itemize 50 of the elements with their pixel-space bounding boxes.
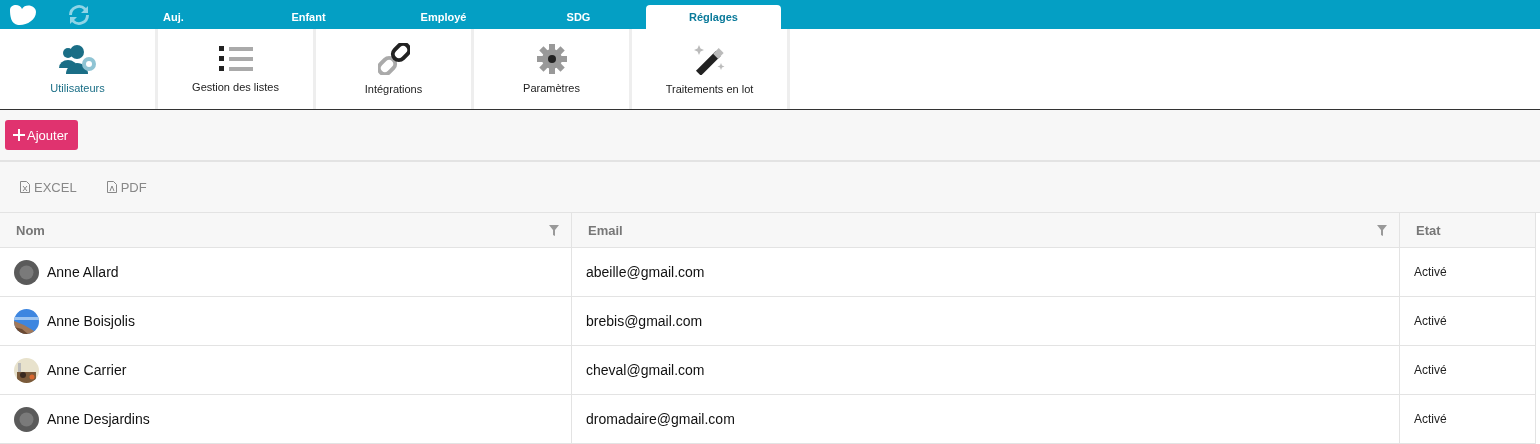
users-icon <box>56 44 99 74</box>
user-name: Anne Carrier <box>47 362 127 378</box>
refresh-icon[interactable] <box>68 3 90 26</box>
tile-label: Paramètres <box>523 82 580 94</box>
user-email: cheval@gmail.com <box>586 362 705 378</box>
nav-tab[interactable]: Auj. <box>106 5 241 29</box>
user-name: Anne Desjardins <box>47 411 150 427</box>
user-status: Activé <box>1414 412 1447 426</box>
avatar-icon <box>14 406 39 432</box>
logo-icon <box>8 3 36 26</box>
nav-tab[interactable]: Enfant <box>241 5 376 29</box>
excel-file-icon <box>20 181 30 193</box>
link-icon <box>377 43 410 75</box>
settings-tile[interactable]: Traitements en lot <box>632 29 787 109</box>
tile-label: Intégrations <box>364 83 423 95</box>
pdf-file-icon <box>106 181 117 193</box>
user-name: Anne Boisjolis <box>47 313 135 329</box>
export-link[interactable]: PDF <box>120 179 147 195</box>
gear-icon <box>536 44 567 74</box>
filter-icon[interactable] <box>1377 224 1387 236</box>
tile-label: Utilisateurs <box>50 82 105 94</box>
column-title: Email <box>588 222 623 238</box>
settings-tile[interactable]: Paramètres <box>474 29 629 109</box>
user-name: Anne Allard <box>47 264 119 280</box>
column-header[interactable]: Etat <box>1400 213 1536 248</box>
user-status: Activé <box>1414 314 1447 328</box>
avatar-icon <box>14 259 39 285</box>
user-status: Activé <box>1414 363 1447 377</box>
nav-tab[interactable]: SDG <box>511 5 646 29</box>
user-email: brebis@gmail.com <box>586 313 703 329</box>
add-button[interactable]: Ajouter <box>5 120 79 150</box>
column-title: Nom <box>16 222 45 238</box>
column-title: Etat <box>1416 222 1441 238</box>
settings-tile[interactable]: Utilisateurs <box>0 29 155 109</box>
plus-icon <box>13 129 25 141</box>
filter-icon[interactable] <box>549 224 559 236</box>
tile-label: Gestion des listes <box>192 81 279 93</box>
list-icon <box>218 45 253 73</box>
magic-wand-icon <box>692 43 727 75</box>
tile-label: Traitements en lot <box>665 83 754 95</box>
user-status: Activé <box>1414 265 1447 279</box>
settings-tile[interactable]: Gestion des listes <box>158 29 313 109</box>
nav-tab[interactable]: Réglages <box>646 5 781 29</box>
user-email: abeille@gmail.com <box>586 264 705 280</box>
settings-tile[interactable]: Intégrations <box>316 29 471 109</box>
export-link[interactable]: EXCEL <box>34 179 77 195</box>
column-header[interactable]: Nom <box>0 213 572 248</box>
nav-tab[interactable]: Employé <box>376 5 511 29</box>
column-header[interactable]: Email <box>572 213 1400 248</box>
user-email: dromadaire@gmail.com <box>586 411 735 427</box>
